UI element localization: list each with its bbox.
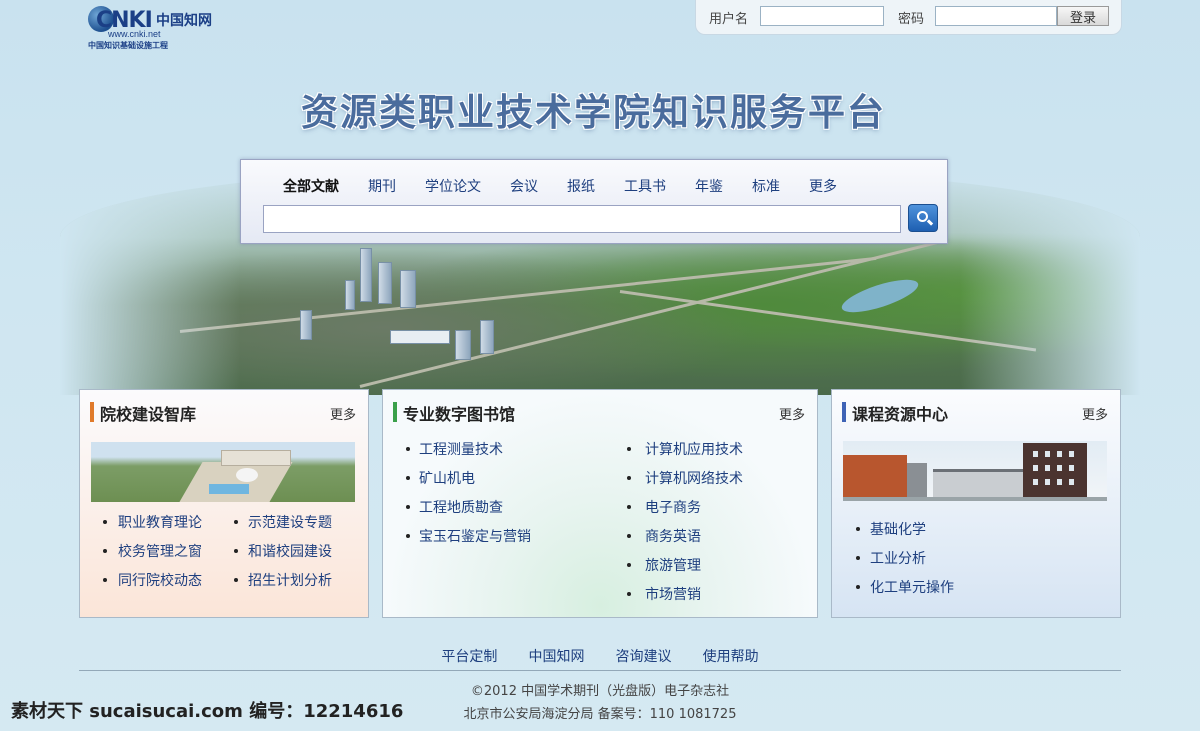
bullet-icon xyxy=(103,520,107,524)
library-link[interactable]: 矿山机电 xyxy=(419,468,475,488)
logo-subtitle: 中国知识基础设施工程 xyxy=(88,41,168,50)
login-button[interactable]: 登录 xyxy=(1057,6,1109,26)
password-label: 密码 xyxy=(898,12,925,27)
bullet-icon xyxy=(627,563,631,567)
course-link[interactable]: 基础化学 xyxy=(870,519,926,539)
bullet-icon xyxy=(627,534,631,538)
bullet-icon xyxy=(856,527,860,531)
tower xyxy=(345,280,355,310)
tab-yearbooks[interactable]: 年鉴 xyxy=(695,176,723,196)
course-resources-panel: 课程资源中心 更多 基础化学 工业分析 化工单元操作 xyxy=(831,389,1121,618)
library-link[interactable]: 电子商务 xyxy=(645,497,701,517)
tower xyxy=(378,262,392,304)
link-school-admin[interactable]: 校务管理之窗 xyxy=(118,541,202,561)
banner-fade-right xyxy=(960,170,1140,395)
link-enrollment[interactable]: 招生计划分析 xyxy=(248,570,332,590)
course-link[interactable]: 化工单元操作 xyxy=(870,577,954,597)
tower xyxy=(360,248,372,302)
bullet-icon xyxy=(856,556,860,560)
footer-divider xyxy=(79,670,1121,671)
logo-chinese-name: 中国知网 xyxy=(156,13,212,29)
panel-title: 课程资源中心 xyxy=(842,401,948,425)
library-link[interactable]: 工程地质勘查 xyxy=(419,497,503,517)
search-box: 全部文献 期刊 学位论文 会议 报纸 工具书 年鉴 标准 更多 xyxy=(240,159,948,244)
bullet-icon xyxy=(406,534,410,538)
bullet-icon xyxy=(627,476,631,480)
bullet-icon xyxy=(856,585,860,589)
tower xyxy=(400,270,416,308)
bullet-icon xyxy=(234,549,238,553)
bullet-icon xyxy=(103,549,107,553)
search-icon-handle xyxy=(926,219,934,226)
bullet-icon xyxy=(103,578,107,582)
link-demonstration[interactable]: 示范建设专题 xyxy=(248,512,332,532)
banner-fade-left xyxy=(60,170,240,395)
bullet-icon xyxy=(627,505,631,509)
footer-nav: 平台定制 中国知网 咨询建议 使用帮助 xyxy=(0,646,1200,666)
library-link[interactable]: 宝玉石鉴定与营销 xyxy=(419,526,531,546)
more-link[interactable]: 更多 xyxy=(330,404,356,423)
station-building xyxy=(390,330,450,344)
library-link[interactable]: 计算机网络技术 xyxy=(645,468,743,488)
tower xyxy=(480,320,494,354)
library-link[interactable]: 计算机应用技术 xyxy=(645,439,743,459)
tab-journals[interactable]: 期刊 xyxy=(368,176,396,196)
search-button[interactable] xyxy=(908,204,938,232)
library-link[interactable]: 旅游管理 xyxy=(645,555,701,575)
footer-link-feedback[interactable]: 咨询建议 xyxy=(616,649,672,665)
library-link[interactable]: 商务英语 xyxy=(645,526,701,546)
link-harmonious-campus[interactable]: 和谐校园建设 xyxy=(248,541,332,561)
footer-link-cnki[interactable]: 中国知网 xyxy=(528,649,584,665)
bullet-icon xyxy=(234,578,238,582)
bullet-icon xyxy=(406,505,410,509)
login-bar: 用户名 密码 登录 xyxy=(695,0,1122,35)
tab-standards[interactable]: 标准 xyxy=(752,176,780,196)
link-peer-news[interactable]: 同行院校动态 xyxy=(118,570,202,590)
password-input[interactable] xyxy=(935,6,1057,26)
bullet-icon xyxy=(627,592,631,596)
logo-url: www.cnki.net xyxy=(108,29,161,39)
bullet-icon xyxy=(627,447,631,451)
more-link[interactable]: 更多 xyxy=(779,404,805,423)
tab-newspapers[interactable]: 报纸 xyxy=(567,176,595,196)
username-input[interactable] xyxy=(760,6,884,26)
page-title: 资源类职业技术学院知识服务平台 xyxy=(301,91,886,134)
bullet-icon xyxy=(234,520,238,524)
bullet-icon xyxy=(406,476,410,480)
think-tank-panel: 院校建设智库 更多 职业教育理论 示范建设专题 校务管理之窗 和谐校园建设 同行… xyxy=(79,389,369,618)
more-link[interactable]: 更多 xyxy=(1082,404,1108,423)
tab-all[interactable]: 全部文献 xyxy=(283,176,339,196)
panel-title: 院校建设智库 xyxy=(90,401,196,425)
watermark-text: 素材天下 sucaisucai.com 编号：12214616 xyxy=(11,701,404,722)
tab-conferences[interactable]: 会议 xyxy=(510,176,538,196)
bullet-icon xyxy=(406,447,410,451)
digital-library-panel: 专业数字图书馆 更多 工程测量技术 矿山机电 工程地质勘查 宝玉石鉴定与营销 计… xyxy=(382,389,818,618)
footer-link-help[interactable]: 使用帮助 xyxy=(703,649,759,665)
course-link[interactable]: 工业分析 xyxy=(870,548,926,568)
library-link[interactable]: 工程测量技术 xyxy=(419,439,503,459)
footer-link-custom-platform[interactable]: 平台定制 xyxy=(441,649,497,665)
tab-theses[interactable]: 学位论文 xyxy=(425,176,481,196)
search-input[interactable] xyxy=(263,205,901,233)
tower xyxy=(300,310,312,340)
search-tabs: 全部文献 期刊 学位论文 会议 报纸 工具书 年鉴 标准 更多 xyxy=(283,176,866,196)
panel-title: 专业数字图书馆 xyxy=(393,401,515,425)
library-link[interactable]: 市场营销 xyxy=(645,584,701,604)
tab-reference-books[interactable]: 工具书 xyxy=(624,176,666,196)
cnki-logo[interactable]: CNKI 中国知网 www.cnki.net 中国知识基础设施工程 xyxy=(88,4,218,50)
building-image xyxy=(843,441,1107,501)
link-vocational-theory[interactable]: 职业教育理论 xyxy=(118,512,202,532)
tower xyxy=(455,330,471,360)
tab-more[interactable]: 更多 xyxy=(809,176,837,196)
campus-image xyxy=(91,442,355,502)
username-label: 用户名 xyxy=(709,12,749,27)
